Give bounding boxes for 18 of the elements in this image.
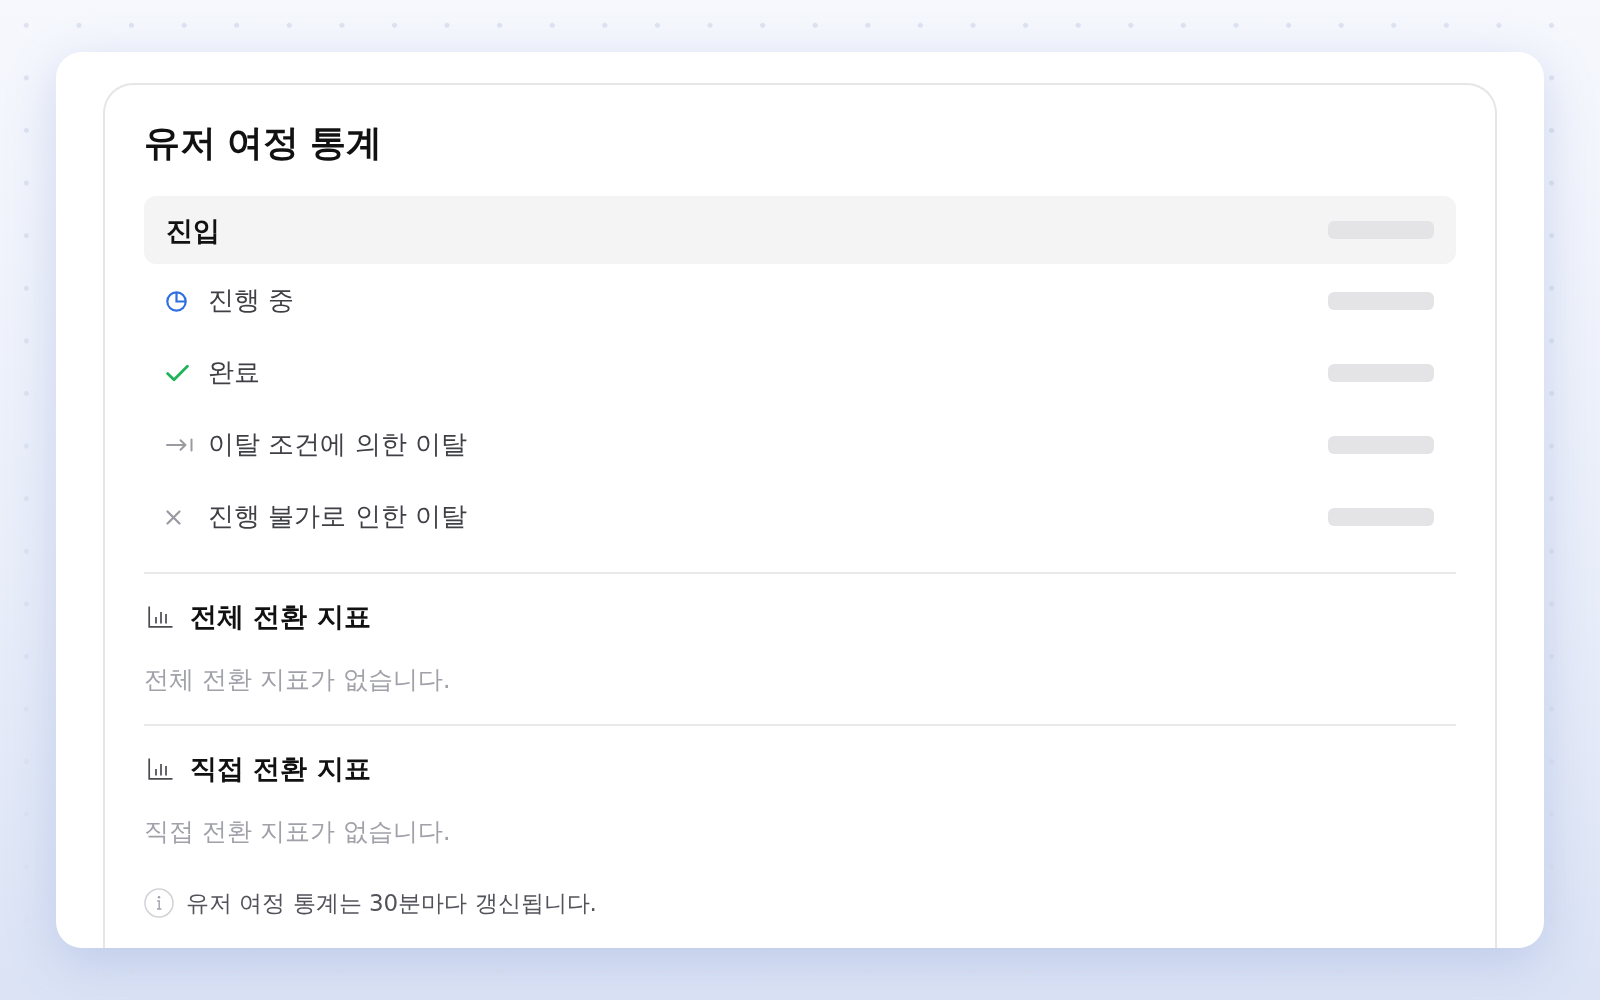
stage-label: 이탈 조건에 의한 이탈 xyxy=(208,428,467,462)
stats-title: 유저 여정 통계 xyxy=(144,121,383,165)
clock-icon xyxy=(166,290,187,312)
section-title: 직접 전환 지표 xyxy=(190,752,371,787)
stage-label: 진행 불가로 인한 이탈 xyxy=(208,500,467,534)
footnote-text: 유저 여정 통계는 30분마다 갱신됩니다. xyxy=(186,889,597,919)
section-title: 전체 전환 지표 xyxy=(190,600,371,635)
info-icon xyxy=(144,888,174,919)
stage-label: 진행 중 xyxy=(208,284,295,318)
arrow-to-bar-icon xyxy=(166,438,193,453)
cross-icon xyxy=(166,509,181,525)
bar-chart-icon xyxy=(148,758,173,781)
bar-chart-icon xyxy=(148,606,173,629)
check-icon xyxy=(166,364,189,383)
empty-message: 전체 전환 지표가 없습니다. xyxy=(144,664,452,697)
stage-label: 완료 xyxy=(208,356,260,390)
empty-message: 직접 전환 지표가 없습니다. xyxy=(144,816,452,849)
stage-label: 진입 xyxy=(166,213,220,248)
